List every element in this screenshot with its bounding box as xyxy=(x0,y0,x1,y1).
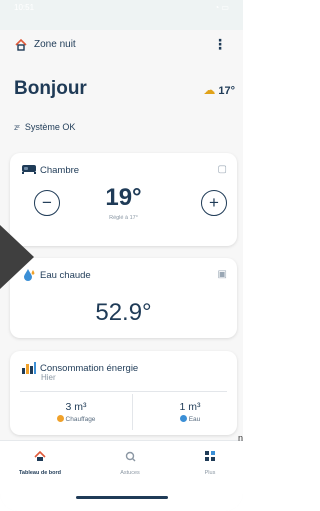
greeting: Bonjour xyxy=(14,78,87,99)
cloud-icon: ☁ xyxy=(203,83,216,97)
tab-label: Tableau de bord xyxy=(18,470,62,476)
tab-more[interactable]: Plus xyxy=(180,449,240,476)
edge-text: n xyxy=(238,433,244,443)
tab-bar: Tableau de bord Astuces Plus xyxy=(0,440,243,511)
bed-icon xyxy=(22,165,36,174)
home-icon xyxy=(15,38,27,51)
header: Zone nuit ⋮ xyxy=(14,36,229,56)
consumption-period: Hier xyxy=(41,373,56,382)
status-bar: 10:51 ◔ ▭ xyxy=(14,3,229,15)
bar-chart-icon xyxy=(22,362,36,374)
energy-consumption-card[interactable]: Consommation énergie Hier 3 m³ Chauffage… xyxy=(10,351,237,435)
heating-value: 3 m³ xyxy=(65,401,87,413)
more-menu-button[interactable]: ⋮ xyxy=(213,36,227,53)
hot-water-temperature: 52.9° xyxy=(95,299,152,326)
phone-screen: 10:51 ◔ ▭ Zone nuit ⋮ Bonjour ☁ 17° zᶻ Sys… xyxy=(0,0,243,511)
system-status: zᶻ Système OK xyxy=(14,122,75,132)
room-card-chambre[interactable]: Chambre ▢ − 19° + Réglé à 17° xyxy=(10,153,237,246)
heating-label-text: Chauffage xyxy=(65,416,96,423)
flame-icon xyxy=(56,415,64,422)
home-indicator xyxy=(76,496,168,499)
tab-label: Plus xyxy=(204,470,216,476)
boiler-icon[interactable]: ▣ xyxy=(218,269,227,280)
tab-dashboard[interactable]: Tableau de bord xyxy=(10,449,70,476)
hot-water-title: Eau chaude xyxy=(40,270,91,281)
setpoint-label: Réglé à 17° xyxy=(109,215,138,221)
tab-label: Astuces xyxy=(120,470,140,476)
tab-tips[interactable]: Astuces xyxy=(100,449,160,476)
pointer-arrow xyxy=(0,225,34,289)
heating-label: Chauffage xyxy=(20,415,132,423)
divider xyxy=(132,394,133,430)
schedule-icon[interactable]: ▢ xyxy=(218,164,227,175)
sleep-icon: zᶻ xyxy=(14,123,20,132)
tips-icon xyxy=(125,451,136,462)
home-icon xyxy=(34,450,46,461)
water-label-text: Eau xyxy=(188,416,201,423)
weather: ☁ 17° xyxy=(203,83,235,97)
system-status-label: Système OK xyxy=(24,122,76,132)
water-consumption: 1 m³ Eau xyxy=(134,401,243,423)
weather-temperature: 17° xyxy=(218,85,235,97)
status-time: 10:51 xyxy=(14,3,35,12)
grid-icon xyxy=(205,451,215,461)
hot-water-card[interactable]: Eau chaude ▣ 52.9° xyxy=(10,258,237,338)
increase-temperature-button[interactable]: + xyxy=(201,190,227,216)
drop-icon xyxy=(179,415,187,422)
status-icons: ◔ ▭ xyxy=(214,3,229,12)
water-value: 1 m³ xyxy=(179,401,201,413)
heating-consumption: 3 m³ Chauffage xyxy=(20,401,132,423)
divider xyxy=(20,391,227,392)
water-label: Eau xyxy=(134,415,243,423)
zone-selector[interactable]: Zone nuit xyxy=(34,39,76,50)
room-title: Chambre xyxy=(40,165,80,176)
